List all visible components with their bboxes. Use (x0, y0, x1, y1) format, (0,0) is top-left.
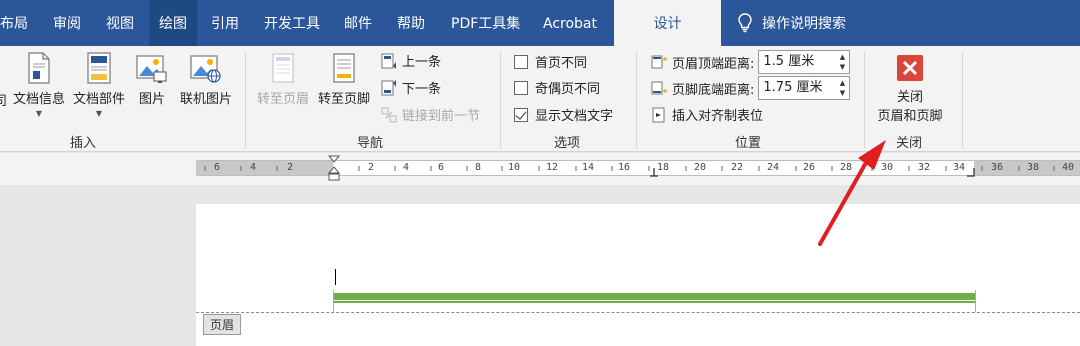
word-window: 布局 审阅 视图 绘图 引用 开发工具 邮件 帮助 PDF工具集 Acrobat… (0, 0, 1080, 346)
annotation-arrow (818, 140, 886, 246)
